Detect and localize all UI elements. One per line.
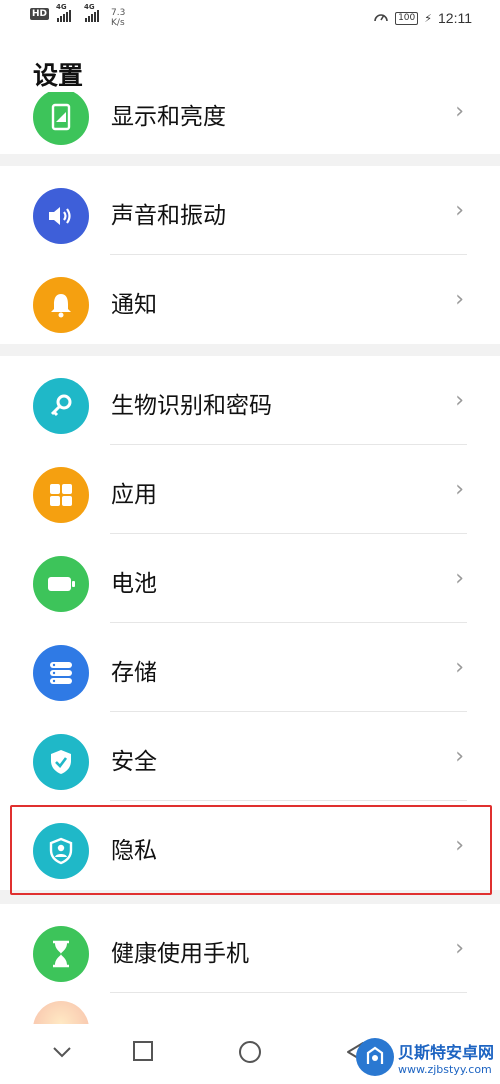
hd-voice-badge: HD <box>30 8 50 20</box>
watermark: 贝斯特安卓网 www.zjbstyy.com <box>355 1038 494 1076</box>
hourglass-icon <box>33 926 89 982</box>
charging-icon: ⚡ <box>424 11 432 25</box>
settings-item-storage[interactable]: 存储 › <box>0 623 500 712</box>
settings-item-label: 存储 <box>111 660 157 686</box>
recent-apps-button[interactable] <box>132 1040 154 1066</box>
chevron-down-icon[interactable] <box>52 1044 72 1063</box>
watermark-logo-icon <box>355 1038 394 1076</box>
bell-icon <box>33 277 89 333</box>
clock: 12:11 <box>438 10 472 26</box>
home-button[interactable] <box>238 1040 262 1068</box>
navigation-bar: 贝斯特安卓网 www.zjbstyy.com <box>0 1024 500 1084</box>
chevron-right-icon: › <box>455 198 464 223</box>
chevron-right-icon: › <box>455 287 464 312</box>
settings-item-digital-balance[interactable]: 健康使用手机 › <box>0 904 500 993</box>
battery-level: 100 <box>395 11 419 25</box>
settings-item-security[interactable]: 安全 › <box>0 712 500 801</box>
settings-item-notifications[interactable]: 通知 › <box>0 255 500 344</box>
storage-icon <box>33 645 89 701</box>
chevron-right-icon: › <box>455 99 464 124</box>
key-icon <box>33 378 89 434</box>
signal-icon-1: 4G <box>56 3 72 22</box>
chevron-right-icon: › <box>455 655 464 680</box>
settings-item-display[interactable]: 显示和亮度 › <box>0 92 500 154</box>
highlight-box <box>10 805 492 895</box>
speaker-icon <box>33 188 89 244</box>
chevron-right-icon: › <box>455 477 464 502</box>
settings-item-label: 应用 <box>111 482 157 508</box>
page-title: 设置 <box>33 61 84 90</box>
settings-item-label: 健康使用手机 <box>111 941 249 967</box>
settings-item-biometrics[interactable]: 生物识别和密码 › <box>0 356 500 445</box>
battery-icon <box>33 556 89 612</box>
settings-item-sound[interactable]: 声音和振动 › <box>0 166 500 255</box>
chevron-right-icon: › <box>455 936 464 961</box>
settings-item-label: 生物识别和密码 <box>111 393 272 419</box>
speedometer-icon <box>373 9 389 27</box>
settings-item-battery[interactable]: 电池 › <box>0 534 500 623</box>
settings-item-apps[interactable]: 应用 › <box>0 445 500 534</box>
chevron-right-icon: › <box>455 744 464 769</box>
section-divider <box>0 344 500 356</box>
section-divider <box>0 154 500 166</box>
display-icon <box>33 92 89 145</box>
chevron-right-icon: › <box>455 566 464 591</box>
watermark-url: www.zjbstyy.com <box>397 1062 492 1076</box>
settings-item-label: 电池 <box>111 571 157 597</box>
settings-item-label: 通知 <box>111 292 157 318</box>
apps-grid-icon <box>33 467 89 523</box>
watermark-name: 贝斯特安卓网 <box>397 1042 494 1062</box>
settings-item-label: 安全 <box>111 749 157 775</box>
shield-check-icon <box>33 734 89 790</box>
network-speed: 7.3 K/s <box>111 8 126 28</box>
status-bar: HD 4G 4G 7.3 K/s 100 ⚡ 12:11 <box>0 0 500 36</box>
signal-icon-2: 4G <box>84 3 100 22</box>
settings-item-label: 显示和亮度 <box>111 104 226 130</box>
settings-item-label: 声音和振动 <box>111 203 226 229</box>
chevron-right-icon: › <box>455 388 464 413</box>
